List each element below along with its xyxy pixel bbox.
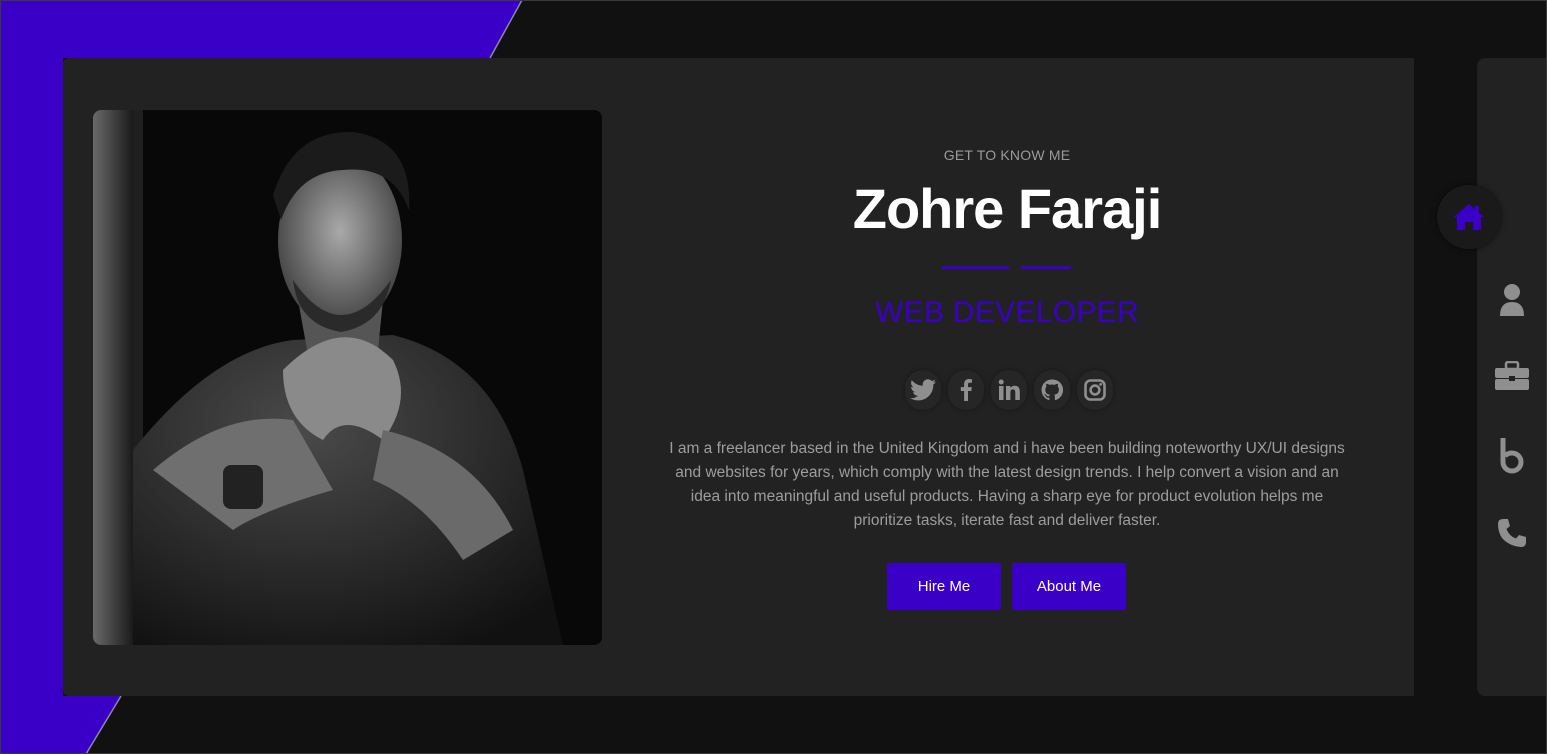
nav-blog[interactable]	[1491, 434, 1533, 476]
user-icon	[1500, 284, 1524, 316]
title-divider	[942, 266, 1072, 269]
hire-me-button[interactable]: Hire Me	[887, 563, 1001, 610]
profile-role: WEB DEVELOPER	[875, 296, 1139, 329]
nav-about[interactable]	[1491, 279, 1533, 321]
nav-portfolio[interactable]	[1491, 355, 1533, 397]
phone-icon	[1498, 519, 1526, 547]
profile-name: Zohre Faraji	[852, 177, 1163, 240]
eyebrow-label: GET TO KNOW ME	[943, 147, 1071, 163]
bio-text: I am a freelancer based in the United Ki…	[669, 440, 1345, 529]
instagram-icon[interactable]	[1077, 370, 1113, 410]
blog-icon	[1500, 438, 1524, 474]
facebook-icon[interactable]	[948, 370, 984, 410]
briefcase-icon	[1495, 361, 1529, 390]
github-icon[interactable]	[1034, 370, 1070, 410]
portrait-photo	[93, 110, 602, 645]
intro-section: GET TO KNOW ME Zohre Faraji WEB DEVELOPE…	[663, 58, 1351, 696]
profile-card: GET TO KNOW ME Zohre Faraji WEB DEVELOPE…	[63, 58, 1414, 696]
social-links	[903, 370, 1115, 414]
nav-home[interactable]	[1437, 185, 1501, 249]
about-me-button[interactable]: About Me	[1012, 563, 1126, 610]
twitter-icon[interactable]	[905, 370, 941, 410]
linkedin-icon[interactable]	[991, 370, 1027, 410]
home-icon	[1454, 204, 1484, 230]
nav-contact[interactable]	[1491, 512, 1533, 554]
